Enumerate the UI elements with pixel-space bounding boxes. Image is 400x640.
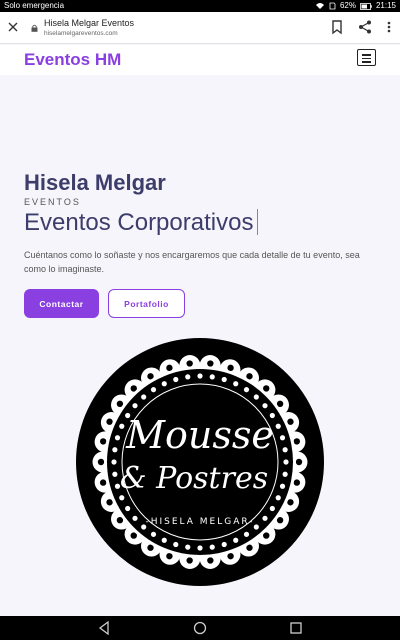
mousse-postres-logo: Mousse & Postres -HISELA MELGAR- <box>76 338 324 586</box>
close-icon[interactable] <box>7 21 19 33</box>
browser-toolbar: Hisela Melgar Eventos hiselamelgarevento… <box>0 12 400 44</box>
sim-icon <box>329 2 336 10</box>
logo-line1: Mousse <box>125 413 274 457</box>
wifi-icon <box>315 3 324 9</box>
logo-line2: & Postres <box>120 461 268 496</box>
lock-icon <box>31 24 38 32</box>
back-icon[interactable] <box>97 621 111 635</box>
status-bar: Solo emergencia 62% 21:15 <box>0 0 400 12</box>
clock: 21:15 <box>375 1 396 10</box>
hero-typed-text: Eventos Corporativos <box>24 209 259 237</box>
logo-tagline: -HISELA MELGAR- <box>145 517 254 527</box>
url-text[interactable]: hiselamelgareventos.com <box>44 30 118 37</box>
system-navbar <box>0 616 400 640</box>
menu-icon <box>362 54 371 56</box>
home-icon[interactable] <box>193 621 207 635</box>
hero-kicker: EVENTOS <box>24 197 81 207</box>
more-options-icon[interactable] <box>381 19 397 35</box>
carrier-text: Solo emergencia <box>4 1 65 10</box>
bookmark-icon[interactable] <box>329 19 345 35</box>
battery-icon <box>360 2 372 10</box>
portfolio-button[interactable]: Portafolio <box>108 289 185 318</box>
page-title: Hisela Melgar Eventos <box>44 18 135 28</box>
typed-text: Eventos Corporativos <box>24 209 254 236</box>
hero-name: Hisela Melgar <box>24 170 166 195</box>
site-navbar: Eventos HM <box>0 45 400 75</box>
contact-button[interactable]: Contactar <box>24 289 99 318</box>
battery-percent: 62% <box>339 1 356 10</box>
site-brand[interactable]: Eventos HM <box>24 50 121 70</box>
share-icon[interactable] <box>357 19 373 35</box>
hero-description: Cuéntanos como lo soñaste y nos encargar… <box>24 250 360 274</box>
recents-icon[interactable] <box>289 621 303 635</box>
hamburger-menu-button[interactable] <box>357 49 376 66</box>
typing-caret <box>257 209 259 235</box>
